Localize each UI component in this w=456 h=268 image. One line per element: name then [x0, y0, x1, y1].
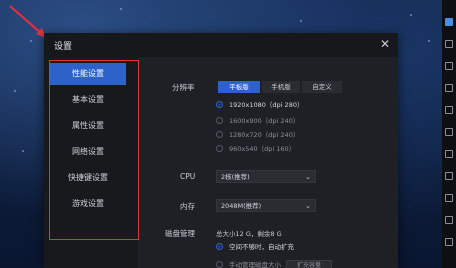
expand-capacity-button[interactable]: 扩充容量	[286, 260, 332, 268]
radio-button[interactable]	[216, 101, 223, 108]
app-icon[interactable]	[445, 106, 453, 114]
radio-button[interactable]	[216, 243, 223, 250]
disk-size-info: 总大小12 G，剩余8 G	[216, 230, 282, 238]
resolution-mode-phone[interactable]: 手机版	[262, 81, 300, 93]
cpu-select[interactable]: 2核(推荐) ⌄	[216, 170, 316, 183]
chevron-down-icon: ⌄	[305, 202, 311, 210]
memory-select[interactable]: 2048M(推荐) ⌄	[216, 199, 316, 212]
resolution-option-label: 960x540（dpi 160）	[229, 145, 296, 153]
sidebar-item-properties[interactable]: 属性设置	[50, 115, 126, 137]
sidebar-item-shortcuts[interactable]: 快捷键设置	[50, 167, 126, 189]
resolution-label: 分辨率	[172, 83, 195, 92]
radio-button[interactable]	[216, 117, 223, 124]
close-icon[interactable]: ✕	[378, 37, 392, 51]
radio-button[interactable]	[216, 261, 223, 268]
sidebar-item-performance[interactable]: 性能设置	[50, 63, 126, 85]
window-title: 设置	[54, 42, 73, 52]
resolution-option-label: 1600x900（dpi 240）	[229, 117, 300, 125]
taskbar-strip	[442, 0, 456, 268]
app-icon[interactable]	[445, 128, 453, 136]
app-icon[interactable]	[445, 238, 453, 246]
sidebar-item-basic[interactable]: 基本设置	[50, 89, 126, 111]
app-icon[interactable]	[445, 18, 453, 26]
disk-option-auto-label: 空间不够时，自动扩充	[229, 243, 294, 251]
resolution-mode-custom[interactable]: 自定义	[302, 81, 342, 93]
app-icon[interactable]	[445, 172, 453, 180]
sidebar-item-game[interactable]: 游戏设置	[50, 193, 126, 215]
radio-button[interactable]	[216, 131, 223, 138]
resolution-option-label: 1280x720（dpi 240）	[229, 131, 300, 139]
resolution-option-label: 1920x1080（dpi 280）	[229, 101, 304, 109]
chevron-down-icon: ⌄	[305, 173, 311, 181]
app-icon[interactable]	[445, 62, 453, 70]
cpu-select-value: 2核(推荐)	[221, 173, 250, 181]
memory-select-value: 2048M(推荐)	[221, 202, 262, 210]
annotation-arrow-icon	[9, 5, 46, 38]
resolution-mode-tablet[interactable]: 平板版	[218, 81, 260, 93]
title-bar: 设置 ✕	[44, 33, 398, 57]
disk-option-manual-label: 手动管理磁盘大小	[229, 261, 281, 268]
app-icon[interactable]	[445, 40, 453, 48]
sidebar-item-network[interactable]: 网络设置	[50, 141, 126, 163]
app-icon[interactable]	[445, 150, 453, 158]
radio-button[interactable]	[216, 145, 223, 152]
app-icon[interactable]	[445, 194, 453, 202]
app-icon[interactable]	[445, 216, 453, 224]
disk-label: 磁盘管理	[165, 229, 195, 238]
settings-sidebar: 性能设置 基本设置 属性设置 网络设置 快捷键设置 游戏设置	[44, 57, 138, 268]
app-icon[interactable]	[445, 84, 453, 92]
cpu-label: CPU	[180, 172, 196, 181]
memory-label: 内存	[180, 202, 195, 211]
